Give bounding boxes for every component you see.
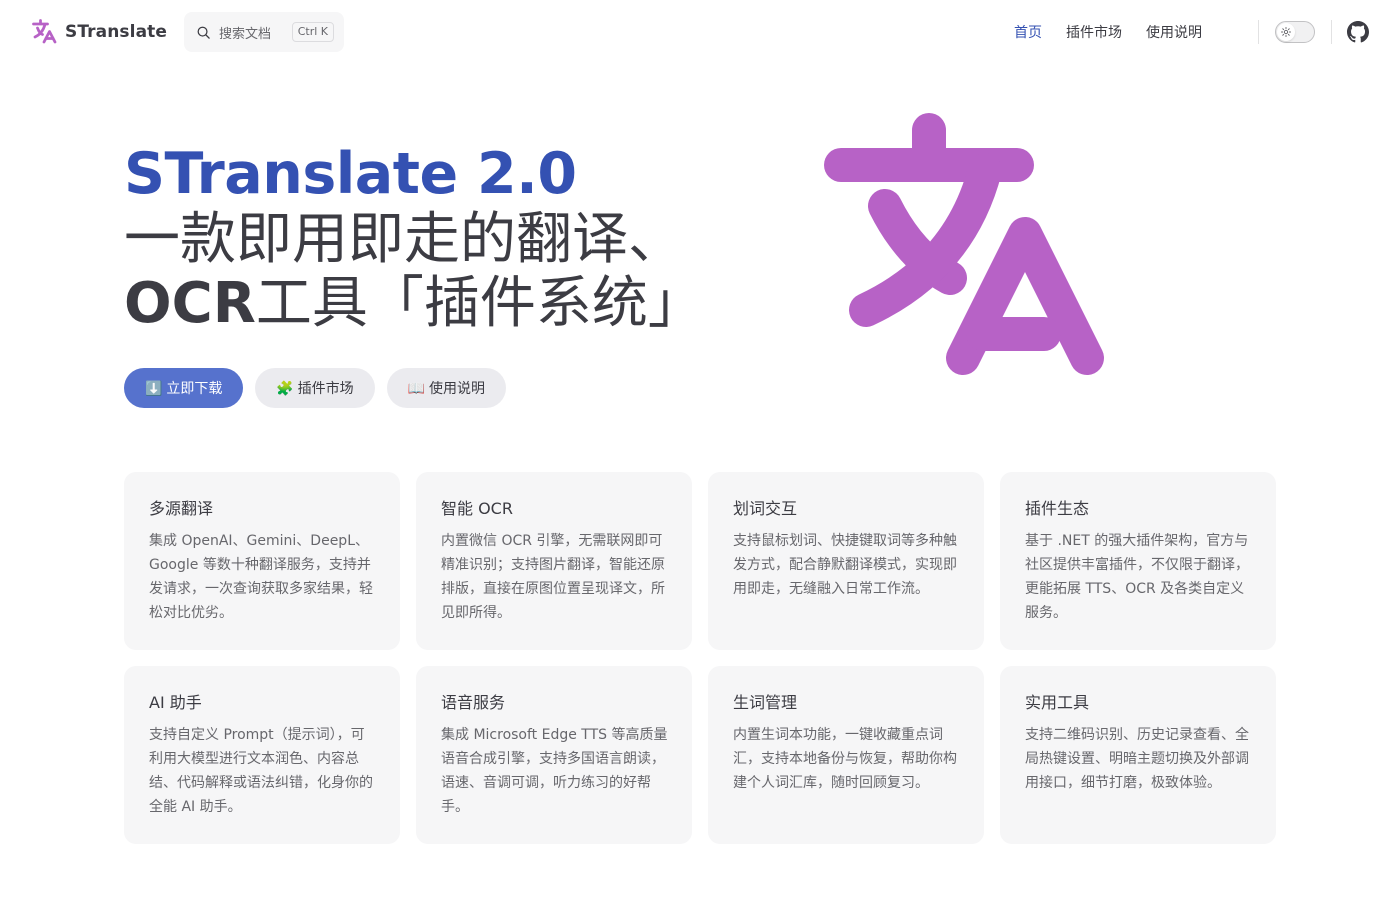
feature-description: 内置微信 OCR 引擎，无需联网即可精准识别；支持图片翻译，智能还原排版，直接在… bbox=[441, 533, 665, 621]
nav-divider bbox=[1258, 20, 1259, 44]
hero-tagline-rest: 工具「插件系统」 bbox=[255, 271, 704, 336]
feature-description: 集成 OpenAI、Gemini、DeepL、Google 等数十种翻译服务，支… bbox=[149, 533, 373, 621]
feature-card: 生词管理 内置生词本功能，一键收藏重点词汇，支持本地备份与恢复，帮助你构建个人词… bbox=[708, 666, 984, 844]
download-button[interactable]: ⬇️ 立即下载 bbox=[124, 368, 244, 408]
feature-title: 多源翻译 bbox=[149, 499, 214, 518]
feature-title: 语音服务 bbox=[441, 693, 506, 712]
search-icon bbox=[196, 25, 211, 40]
search-shortcut: Ctrl K bbox=[291, 22, 334, 42]
nav-link-plugin-market[interactable]: 插件市场 bbox=[1066, 22, 1122, 42]
feature-card: 多源翻译 集成 OpenAI、Gemini、DeepL、Google 等数十种翻… bbox=[124, 472, 400, 650]
feature-title: 智能 OCR bbox=[441, 499, 513, 518]
top-navbar: STranslate 搜索文档 Ctrl K 首页 插件市场 使用说明 bbox=[0, 0, 1400, 64]
feature-description: 基于 .NET 的强大插件架构，官方与社区提供丰富插件，不仅限于翻译，更能拓展 … bbox=[1025, 533, 1249, 621]
feature-title: 插件生态 bbox=[1025, 499, 1090, 518]
nav-menu: 首页 插件市场 使用说明 bbox=[1014, 0, 1202, 64]
feature-card: 智能 OCR 内置微信 OCR 引擎，无需联网即可精准识别；支持图片翻译，智能还… bbox=[416, 472, 692, 650]
translate-icon bbox=[824, 113, 1104, 375]
features-grid: 多源翻译 集成 OpenAI、Gemini、DeepL、Google 等数十种翻… bbox=[124, 472, 1276, 844]
hero-tagline-line1: 一款即用即走的翻译、 bbox=[124, 207, 684, 272]
feature-card: 插件生态 基于 .NET 的强大插件架构，官方与社区提供丰富插件，不仅限于翻译，… bbox=[1000, 472, 1276, 650]
theme-toggle[interactable] bbox=[1275, 21, 1315, 43]
nav-link-docs[interactable]: 使用说明 bbox=[1146, 22, 1202, 42]
feature-description: 支持二维码识别、历史记录查看、全局热键设置、明暗主题切换及外部调用接口，细节打磨… bbox=[1025, 727, 1249, 791]
feature-title: 实用工具 bbox=[1025, 693, 1090, 712]
feature-description: 内置生词本功能，一键收藏重点词汇，支持本地备份与恢复，帮助你构建个人词汇库，随时… bbox=[733, 727, 957, 791]
plugin-market-button[interactable]: 🧩 插件市场 bbox=[255, 368, 375, 408]
hero-tagline-line2: OCR工具「插件系统」 bbox=[124, 272, 744, 336]
feature-description: 支持自定义 Prompt（提示词），可利用大模型进行文本润色、内容总结、代码解释… bbox=[149, 727, 373, 815]
translate-icon bbox=[32, 19, 57, 44]
feature-title: 生词管理 bbox=[733, 693, 798, 712]
feature-card: 语音服务 集成 Microsoft Edge TTS 等高质量语音合成引擎，支持… bbox=[416, 666, 692, 844]
feature-card: AI 助手 支持自定义 Prompt（提示词），可利用大模型进行文本润色、内容总… bbox=[124, 666, 400, 844]
search-placeholder: 搜索文档 bbox=[219, 26, 272, 42]
brand-name: STranslate bbox=[65, 21, 168, 42]
hero-actions: ⬇️ 立即下载 🧩 插件市场 📖 使用说明 bbox=[124, 368, 506, 408]
nav-link-home[interactable]: 首页 bbox=[1014, 22, 1042, 42]
nav-divider bbox=[1331, 20, 1332, 44]
sun-icon bbox=[1277, 23, 1295, 41]
hero-name: STranslate 2.0 bbox=[124, 141, 577, 207]
hero-title: STranslate 2.0 一款即用即走的翻译、 OCR工具「插件系统」 bbox=[124, 140, 744, 336]
feature-card: 实用工具 支持二维码识别、历史记录查看、全局热键设置、明暗主题切换及外部调用接口… bbox=[1000, 666, 1276, 844]
feature-title: AI 助手 bbox=[149, 693, 202, 712]
hero-logo bbox=[820, 108, 1110, 380]
brand-link[interactable]: STranslate bbox=[32, 19, 167, 44]
docs-button[interactable]: 📖 使用说明 bbox=[386, 368, 506, 408]
feature-description: 支持鼠标划词、快捷键取词等多种触发方式，配合静默翻译模式，实现即用即走，无缝融入… bbox=[733, 533, 957, 597]
github-icon[interactable] bbox=[1347, 21, 1369, 43]
feature-title: 划词交互 bbox=[733, 499, 798, 518]
feature-description: 集成 Microsoft Edge TTS 等高质量语音合成引擎，支持多国语言朗… bbox=[441, 727, 668, 815]
search-button[interactable]: 搜索文档 Ctrl K bbox=[184, 12, 344, 52]
hero-tagline-ocr: OCR bbox=[124, 271, 256, 336]
feature-card: 划词交互 支持鼠标划词、快捷键取词等多种触发方式，配合静默翻译模式，实现即用即走… bbox=[708, 472, 984, 650]
